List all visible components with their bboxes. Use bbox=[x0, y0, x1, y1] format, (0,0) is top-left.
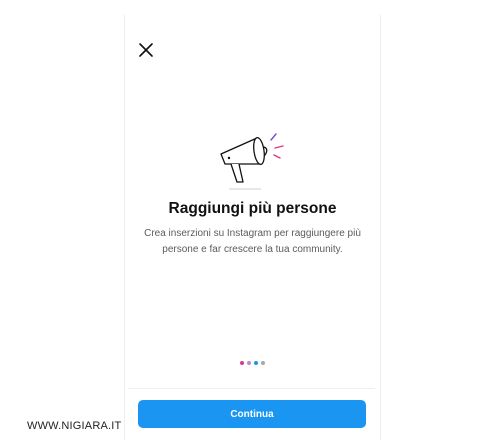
continue-button[interactable]: Continua bbox=[138, 400, 366, 428]
pagination-dots bbox=[240, 361, 265, 365]
pagination-dot[interactable] bbox=[261, 361, 265, 365]
megaphone-illustration bbox=[215, 130, 287, 192]
modal-description: Crea inserzioni su Instagram per raggiun… bbox=[144, 228, 361, 255]
close-icon bbox=[139, 43, 153, 57]
pagination-dot-active[interactable] bbox=[254, 361, 258, 365]
pagination-dot[interactable] bbox=[240, 361, 244, 365]
close-button[interactable] bbox=[136, 40, 156, 60]
footer-divider bbox=[128, 388, 375, 389]
page: Raggiungi più persone Crea inserzioni su… bbox=[0, 0, 500, 440]
megaphone-icon bbox=[220, 133, 284, 190]
modal-title: Raggiungi più persone bbox=[168, 200, 337, 217]
watermark-text: WWW.NIGIARA.IT bbox=[27, 420, 122, 432]
pagination-dot[interactable] bbox=[247, 361, 251, 365]
